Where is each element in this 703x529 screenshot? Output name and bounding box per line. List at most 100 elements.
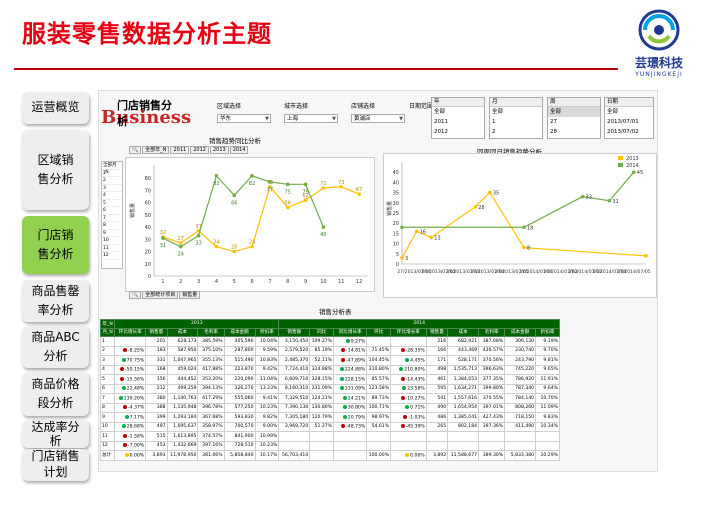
table-cell: 595 bbox=[425, 383, 449, 394]
tab-year[interactable]: 2013 bbox=[209, 146, 229, 154]
month-option[interactable]: 1 bbox=[490, 117, 542, 127]
week-listbox[interactable]: 周 全部 27 28 bbox=[547, 97, 601, 139]
table-cell: 130.80% bbox=[309, 402, 335, 413]
tab-statistic[interactable]: 全部统计项目 bbox=[142, 291, 179, 299]
table-cell: 7.17% bbox=[114, 412, 147, 423]
table-cell: 139.20% bbox=[114, 393, 147, 404]
table-cell: 7,724,410 bbox=[278, 364, 311, 375]
week-header: 周 bbox=[548, 98, 600, 107]
tab-year[interactable]: 2012 bbox=[190, 146, 209, 154]
sidebar-item-sellthrough[interactable]: 商品售罄率分析 bbox=[22, 280, 89, 322]
week-option[interactable]: 全部 bbox=[548, 107, 600, 117]
series-line bbox=[402, 171, 635, 228]
cell-value: 220,090 bbox=[234, 376, 254, 382]
cell-value: 243,790 bbox=[515, 357, 535, 363]
cell-value: 120.79% bbox=[311, 414, 333, 420]
month-cell: 11 bbox=[99, 431, 116, 442]
search-icon[interactable]: 🔍 bbox=[129, 146, 142, 154]
month-side-item[interactable]: 9 bbox=[102, 230, 122, 237]
month-option[interactable]: 全部 bbox=[490, 107, 542, 117]
cell-value: 11,978,950 bbox=[170, 452, 197, 458]
table-cell: 201 bbox=[145, 336, 168, 347]
week-option[interactable]: 27 bbox=[548, 117, 600, 127]
region-select[interactable]: 华东 ▼ bbox=[217, 114, 271, 123]
month-cell: 2 bbox=[99, 345, 116, 356]
sidebar-item-abc[interactable]: 商品ABC分析 bbox=[22, 326, 89, 368]
year-option[interactable]: 全部 bbox=[432, 107, 484, 117]
data-point bbox=[161, 236, 165, 240]
cell-value: 411,490 bbox=[515, 424, 535, 430]
month-side-item[interactable]: 7 bbox=[102, 215, 122, 222]
sidebar-item-label: 门店销售计划 bbox=[31, 449, 80, 479]
tab-year[interactable]: 全部年_N bbox=[142, 146, 170, 154]
series-line bbox=[162, 185, 360, 253]
search-icon[interactable]: 🔍 bbox=[129, 291, 142, 299]
year-option[interactable]: 2011 bbox=[432, 117, 484, 127]
month-side-item[interactable]: 4 bbox=[102, 192, 122, 200]
table-cell bbox=[425, 440, 449, 451]
month-side-item[interactable]: 11 bbox=[102, 245, 122, 252]
store-select[interactable]: 黄浦店 ▼ bbox=[351, 114, 405, 123]
sidebar-item-store-sales[interactable]: 门店销售分析 bbox=[22, 216, 89, 274]
chevron-down-icon: ▼ bbox=[399, 116, 403, 122]
sidebar-item-overview[interactable]: 运营概览 bbox=[22, 92, 89, 124]
month-option[interactable]: 2 bbox=[490, 127, 542, 137]
sidebar-item-price-band[interactable]: 商品价格段分析 bbox=[22, 372, 89, 416]
cell-value: 1,140,763 bbox=[173, 395, 197, 401]
table-cell: 85.19% bbox=[309, 345, 335, 356]
left-chart-title: 销售趋势同比分析 bbox=[209, 137, 261, 145]
column-header: 成本 bbox=[447, 327, 480, 337]
cell-value: 1,535,713 bbox=[453, 367, 478, 373]
cell-value: -14.81% bbox=[346, 348, 366, 354]
month-side-item[interactable]: 10 bbox=[102, 237, 122, 245]
table-cell: 265 bbox=[425, 421, 449, 432]
data-label: 35 bbox=[493, 191, 499, 197]
cell-value: 728,510 bbox=[234, 443, 254, 449]
table-cell: -28.35% bbox=[390, 345, 427, 356]
data-label: 82 bbox=[249, 181, 255, 187]
date-option[interactable]: 2013/07/02 bbox=[605, 127, 653, 137]
table-cell: 11.09% bbox=[535, 402, 560, 413]
x-tick-label: 1 bbox=[161, 279, 164, 285]
date-option[interactable]: 全部 bbox=[605, 107, 653, 117]
table-cell: 24.21% bbox=[333, 393, 368, 404]
year-listbox[interactable]: 年 全部 2011 2012 bbox=[431, 97, 485, 139]
table-cell: 375.10% bbox=[197, 345, 225, 356]
week-option[interactable]: 28 bbox=[548, 127, 600, 137]
tab-year[interactable]: 2014 bbox=[229, 146, 249, 154]
cell-value: 0.00% bbox=[129, 453, 145, 458]
city-select[interactable]: 上海 ▼ bbox=[284, 114, 338, 123]
table-cell: 399 bbox=[145, 412, 168, 423]
date-listbox[interactable]: 日期 全部 2013/07/01 2013/07/02 bbox=[604, 97, 654, 139]
sidebar-item-region-sales[interactable]: 区域销售分析 bbox=[22, 130, 89, 210]
tab-year[interactable]: 2011 bbox=[170, 146, 190, 154]
month-side-item[interactable]: 8 bbox=[102, 222, 122, 230]
year-option[interactable]: 2012 bbox=[432, 127, 484, 137]
data-point bbox=[488, 190, 492, 195]
cell-value: 10.17% bbox=[259, 452, 278, 458]
month-side-item[interactable]: 5 bbox=[102, 200, 122, 207]
sidebar-item-achievement[interactable]: 达成率分析 bbox=[22, 420, 89, 448]
y-tick-label: 40 bbox=[393, 180, 399, 186]
month-cell: 6 bbox=[99, 383, 116, 394]
table-cell: 1,385,041 bbox=[447, 412, 480, 423]
table-cell: 1,432,669 bbox=[166, 440, 199, 451]
month-side-item[interactable]: 2 bbox=[102, 177, 122, 185]
cell-value: 397.36% bbox=[482, 424, 504, 430]
cell-value: 380 bbox=[156, 395, 166, 401]
month-side-list[interactable]: 全部月_N 123 456 789 10 11 12 bbox=[101, 161, 123, 269]
tab-statistic[interactable]: 销售量 bbox=[179, 291, 201, 299]
month-side-item[interactable]: 12 bbox=[102, 252, 122, 260]
table-row: 1 201 628,173 385.59% 305,590 10.04% 3,150,450… bbox=[99, 336, 560, 347]
date-option[interactable]: 2013/07/01 bbox=[605, 117, 653, 127]
data-label: 67 bbox=[356, 187, 362, 193]
month-side-item[interactable]: 3 bbox=[102, 185, 122, 192]
month-listbox[interactable]: 月 全部 1 2 bbox=[489, 97, 543, 139]
cell-value: 9.64% bbox=[543, 386, 558, 392]
sidebar-item-store-plan[interactable]: 门店销售计划 bbox=[22, 449, 89, 481]
month-side-item[interactable]: 6 bbox=[102, 207, 122, 215]
month-side-item[interactable]: 1 bbox=[102, 170, 122, 177]
table-cell: 224.88% bbox=[333, 364, 368, 375]
cell-value: 745,220 bbox=[515, 367, 535, 373]
table-cell: 306,130 bbox=[504, 336, 537, 347]
